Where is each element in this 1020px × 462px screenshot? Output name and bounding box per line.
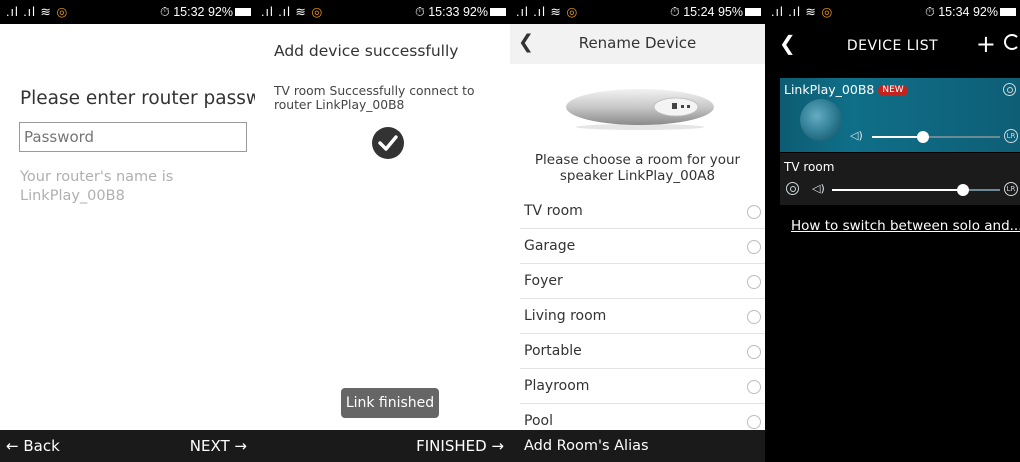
status-bar: .ıl .ıl ≋ ◎ ⏱ 15:34 92%: [765, 0, 1020, 24]
volume-slider[interactable]: [872, 131, 1000, 143]
page-title: Add device successfully: [274, 42, 459, 60]
signal-icons: .ıl .ıl ≋ ◎: [6, 5, 69, 19]
radio-icon[interactable]: [747, 240, 761, 254]
page-title: Rename Device: [578, 34, 697, 52]
volume-icon: ◁): [812, 182, 825, 195]
bottom-bar: FINISHED →: [255, 430, 510, 462]
header: ❮ Rename Device: [510, 24, 765, 64]
radio-icon[interactable]: [747, 345, 761, 359]
room-option[interactable]: Portable: [520, 334, 765, 369]
radio-icon[interactable]: [747, 205, 761, 219]
volume-knob[interactable]: [917, 131, 930, 143]
toast-message: Link finished: [341, 388, 439, 418]
radio-icon[interactable]: [747, 380, 761, 394]
room-option[interactable]: Foyer: [520, 264, 765, 299]
refresh-icon[interactable]: [1004, 34, 1020, 50]
gear-icon[interactable]: [786, 182, 799, 195]
success-message: TV room Successfully connect to router L…: [274, 84, 475, 112]
radio-icon[interactable]: [747, 310, 761, 324]
volume-knob[interactable]: [957, 184, 970, 196]
password-input[interactable]: [19, 122, 247, 152]
speaker-icon: [566, 89, 714, 130]
back-button[interactable]: ← Back: [6, 430, 60, 462]
status-bar: .ıl .ıl ≋ ◎ ⏱ 15:24 95%: [510, 0, 765, 24]
signal-icons: .ıl .ıl ≋ ◎: [771, 5, 834, 19]
add-icon[interactable]: +: [976, 30, 996, 58]
status-bar: .ıl .ıl ≋ ◎ ⏱ 15:33 92%: [255, 0, 510, 24]
room-list: TV room Garage Foyer Living room Portabl…: [510, 194, 765, 439]
bottom-bar: ← Back NEXT →: [0, 430, 255, 462]
status-time: ⏱ 15:32 92%: [160, 0, 251, 24]
new-badge: NEW: [878, 85, 908, 96]
status-time: ⏱ 15:34 92%: [925, 0, 1016, 24]
router-name-hint: Your router's name is LinkPlay_00B8: [20, 169, 174, 204]
lr-channel-icon[interactable]: LR: [1004, 182, 1018, 196]
screen-rename-device: .ıl .ıl ≋ ◎ ⏱ 15:24 95% ❮ Rename Device …: [510, 0, 765, 462]
device-card[interactable]: TV room ◁) LR: [780, 153, 1020, 205]
device-name: LinkPlay_00B8: [784, 82, 875, 97]
room-option[interactable]: TV room: [520, 194, 765, 229]
room-option[interactable]: Living room: [520, 299, 765, 334]
device-card[interactable]: LinkPlay_00B8 NEW ◁) LR: [780, 78, 1020, 152]
finished-button[interactable]: FINISHED →: [416, 430, 504, 462]
help-link[interactable]: How to switch between solo and...: [791, 218, 1020, 234]
volume-icon: ◁): [850, 129, 863, 142]
next-button[interactable]: NEXT →: [190, 430, 247, 462]
radio-icon[interactable]: [747, 415, 761, 429]
status-time: ⏱ 15:24 95%: [670, 0, 761, 24]
screen-device-list: .ıl .ıl ≋ ◎ ⏱ 15:34 92% ❮ DEVICE LIST + …: [765, 0, 1020, 462]
signal-icons: .ıl .ıl ≋ ◎: [516, 5, 579, 19]
room-option[interactable]: Playroom: [520, 369, 765, 404]
checkmark-icon: [372, 127, 404, 159]
signal-icons: .ıl .ıl ≋ ◎: [261, 5, 324, 19]
screen-router-password: .ıl .ıl ≋ ◎ ⏱ 15:32 92% Please enter rou…: [0, 0, 255, 462]
room-prompt: Please choose a room for your speaker Li…: [534, 152, 741, 184]
device-name: TV room: [784, 160, 835, 174]
room-option[interactable]: Garage: [520, 229, 765, 264]
header: ❮ DEVICE LIST +: [765, 24, 1020, 68]
volume-slider[interactable]: [832, 184, 1000, 196]
radio-icon[interactable]: [747, 275, 761, 289]
screen-add-success: .ıl .ıl ≋ ◎ ⏱ 15:33 92% Add device succe…: [255, 0, 510, 462]
add-room-alias-button[interactable]: Add Room's Alias: [510, 430, 765, 462]
lr-channel-icon[interactable]: LR: [1004, 129, 1018, 143]
page-title: Please enter router password: [20, 88, 255, 109]
album-art: [800, 99, 842, 141]
status-time: ⏱ 15:33 92%: [415, 0, 506, 24]
status-bar: .ıl .ıl ≋ ◎ ⏱ 15:32 92%: [0, 0, 255, 24]
gear-icon[interactable]: [1003, 83, 1016, 96]
